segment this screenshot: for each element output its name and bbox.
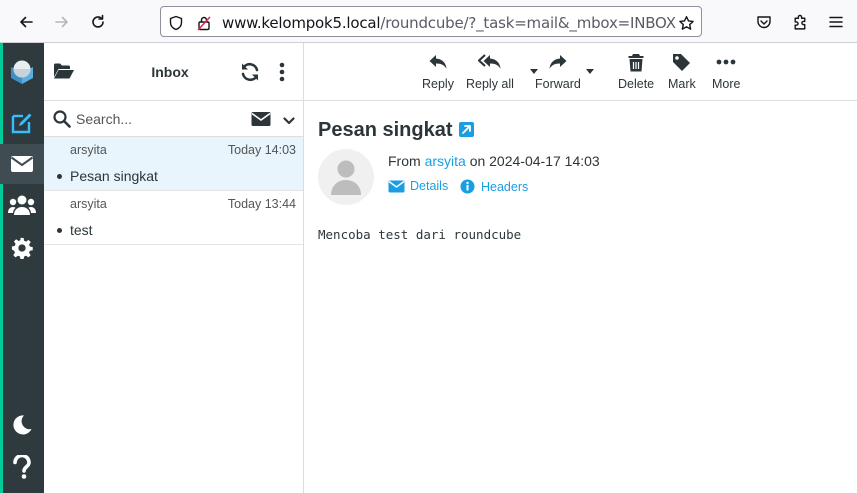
reload-button[interactable] xyxy=(85,9,111,35)
hamburger-icon xyxy=(829,16,843,28)
roundcube-logo-icon xyxy=(11,60,33,84)
chevron-down-icon xyxy=(283,117,295,125)
reply-icon xyxy=(429,55,447,69)
search-input[interactable] xyxy=(76,109,236,129)
extensions-button[interactable] xyxy=(787,9,813,35)
reply-button[interactable]: Reply xyxy=(422,51,454,95)
forward-nav-button[interactable] xyxy=(49,9,75,35)
trash-icon xyxy=(628,53,644,71)
open-in-new-window-icon[interactable] xyxy=(459,122,474,137)
search-scope-button[interactable] xyxy=(251,111,271,132)
dark-mode-nav-item[interactable] xyxy=(0,405,44,445)
from-prefix: From xyxy=(388,153,421,169)
arrow-left-icon xyxy=(20,16,33,28)
refresh-button[interactable] xyxy=(240,62,260,87)
back-button[interactable] xyxy=(13,9,39,35)
gear-icon xyxy=(11,237,33,259)
url-path: /roundcube/?_task=mail&_mbox=INBOX xyxy=(380,14,676,32)
browser-toolbar: www.kelompok5.local/roundcube/?_task=mai… xyxy=(0,0,857,43)
help-nav-item[interactable] xyxy=(0,447,44,487)
delete-label: Delete xyxy=(618,77,655,91)
forward-label: Forward xyxy=(535,77,581,91)
message-date: Today 13:44 xyxy=(227,197,296,211)
message-list-item[interactable]: arsyita Today 13:44 test xyxy=(44,191,303,245)
refresh-icon xyxy=(241,62,259,82)
reply-label: Reply xyxy=(422,77,454,91)
search-bar xyxy=(44,101,304,137)
message-body: Mencoba test dari roundcube xyxy=(318,227,522,242)
kebab-menu-icon xyxy=(279,62,285,82)
reply-all-button[interactable]: Reply all xyxy=(466,51,514,95)
sender-link[interactable]: arsyita xyxy=(425,153,466,169)
reload-icon xyxy=(92,14,104,28)
message-sender: arsyita xyxy=(70,197,107,211)
compose-icon xyxy=(11,113,32,134)
pocket-button[interactable] xyxy=(751,9,777,35)
message-list-panel: Inbox arsyita Today 14:03 Pesan singkat … xyxy=(44,43,304,493)
app-sidebar xyxy=(0,43,44,493)
reply-all-icon xyxy=(477,54,501,69)
contacts-icon xyxy=(8,195,36,215)
roundcube-logo[interactable] xyxy=(0,53,44,91)
contacts-nav-item[interactable] xyxy=(0,185,44,225)
details-link[interactable]: Details xyxy=(388,179,448,193)
url-host: www.kelompok5.local xyxy=(222,14,381,32)
headers-link[interactable]: Headers xyxy=(460,179,528,194)
list-header: Inbox xyxy=(44,43,304,101)
forward-dropdown-icon[interactable] xyxy=(586,69,594,75)
compose-nav-item[interactable] xyxy=(0,103,44,143)
message-date-line: on 2024-04-17 14:03 xyxy=(469,153,600,169)
tag-icon xyxy=(673,53,691,71)
envelope-icon xyxy=(251,112,271,126)
more-label: More xyxy=(712,77,741,91)
search-options-button[interactable] xyxy=(283,113,295,131)
question-icon xyxy=(13,455,31,479)
search-icon[interactable] xyxy=(53,110,71,133)
insecure-lock-icon[interactable] xyxy=(195,14,213,32)
info-icon xyxy=(460,179,475,194)
user-silhouette-icon xyxy=(331,160,361,195)
settings-nav-item[interactable] xyxy=(0,228,44,268)
sender-avatar xyxy=(318,149,374,205)
arrow-right-icon xyxy=(55,16,68,28)
message-subject-heading: Pesan singkat xyxy=(318,119,453,141)
url-text[interactable]: www.kelompok5.local/roundcube/?_task=mai… xyxy=(222,14,676,32)
headers-label: Headers xyxy=(481,179,529,194)
message-subject: test xyxy=(70,222,93,238)
mark-button[interactable]: Mark xyxy=(668,51,696,95)
envelope-icon xyxy=(388,180,405,192)
message-subject: Pesan singkat xyxy=(70,168,158,184)
more-button[interactable]: More xyxy=(712,51,740,95)
app-menu-button[interactable] xyxy=(823,9,849,35)
list-menu-button[interactable] xyxy=(278,62,286,87)
mail-nav-item[interactable] xyxy=(0,144,44,184)
message-view: Reply Reply all Forward Delete Mark More… xyxy=(304,43,857,493)
more-dots-icon xyxy=(716,59,736,65)
reply-all-label: Reply all xyxy=(466,77,514,91)
message-list-item[interactable]: arsyita Today 14:03 Pesan singkat xyxy=(44,137,303,191)
message-date: Today 14:03 xyxy=(227,143,296,157)
shield-icon[interactable] xyxy=(167,14,185,32)
delete-button[interactable]: Delete xyxy=(618,51,654,95)
moon-icon xyxy=(13,415,32,435)
puzzle-icon xyxy=(793,14,805,30)
pocket-icon xyxy=(757,16,771,29)
url-bar[interactable]: www.kelompok5.local/roundcube/?_task=mai… xyxy=(160,6,702,37)
message-status-dot xyxy=(57,228,62,233)
bookmark-star-icon[interactable] xyxy=(677,14,695,32)
envelope-icon xyxy=(10,156,34,172)
forward-icon xyxy=(549,55,567,69)
message-toolbar: Reply Reply all Forward Delete Mark More xyxy=(304,43,857,101)
details-label: Details xyxy=(410,179,449,193)
message-status-dot xyxy=(57,174,62,179)
message-sender: arsyita xyxy=(70,143,107,157)
message-from-line: From arsyita on 2024-04-17 14:03 xyxy=(388,153,600,169)
forward-button[interactable]: Forward xyxy=(535,51,581,95)
mark-label: Mark xyxy=(668,77,696,91)
